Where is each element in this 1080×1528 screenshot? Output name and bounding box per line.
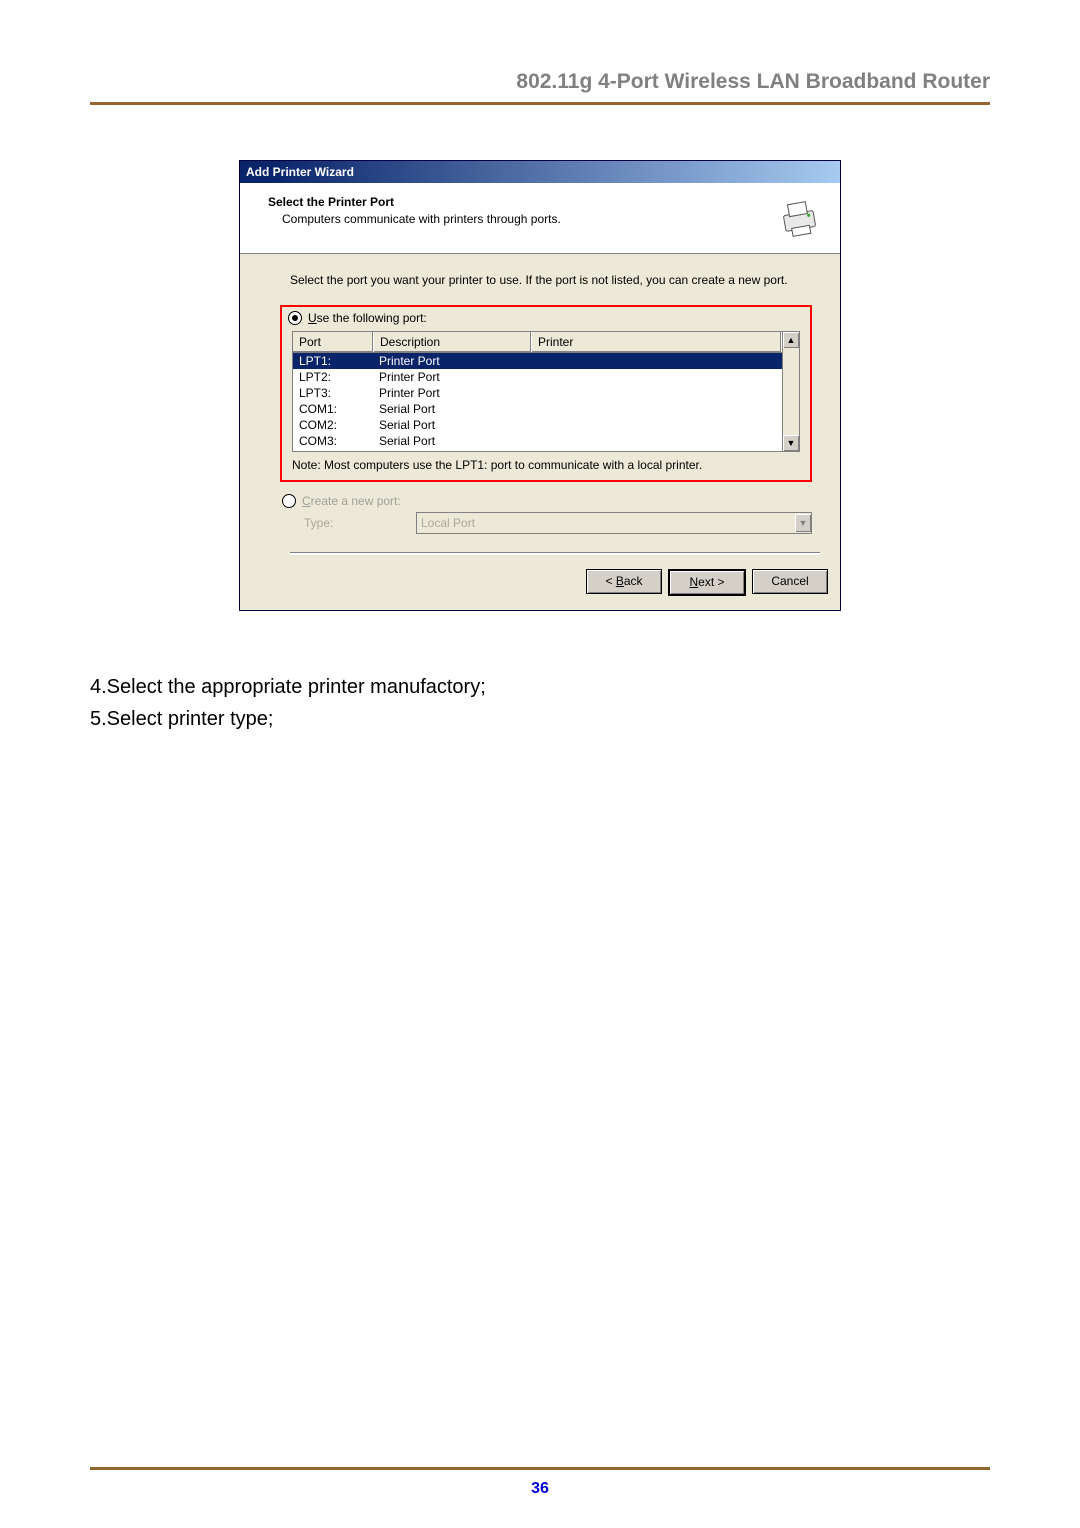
scroll-up-icon[interactable]: ▲ [783,332,799,348]
radio-use-label: se the following port: [317,311,427,325]
col-description[interactable]: Description [374,332,532,352]
list-row[interactable]: COM3:Serial Port [293,433,782,449]
scroll-down-icon[interactable]: ▼ [783,435,799,451]
list-row[interactable]: LPT3:Printer Port [293,385,782,401]
add-printer-wizard-dialog: Add Printer Wizard Select the Printer Po… [239,160,841,611]
highlighted-section: Use the following port: Port Description… [280,305,812,482]
list-row[interactable]: COM1:Serial Port [293,401,782,417]
radio-dot-icon [288,311,302,325]
col-port[interactable]: Port [293,332,374,352]
radio-create-underline: C [302,494,311,508]
separator [290,552,820,555]
port-list[interactable]: Port Description Printer LPT1:Printer Po… [292,331,783,452]
printer-icon [778,197,820,239]
dialog-header-section: Select the Printer Port Computers commun… [240,183,840,254]
page-header: 802.11g 4-Port Wireless LAN Broadband Ro… [90,70,990,105]
radio-create-new-port[interactable]: Create a new port: [282,494,820,508]
note-text: Note: Most computers use the LPT1: port … [292,458,800,472]
type-combobox: Local Port ▼ [416,512,812,534]
radio-use-following-port[interactable]: Use the following port: [288,311,800,325]
radio-create-label: reate a new port: [311,494,401,508]
dialog-titlebar: Add Printer Wizard [240,161,840,183]
chevron-down-icon: ▼ [795,514,811,532]
dialog-subheading: Computers communicate with printers thro… [282,212,561,226]
list-row[interactable]: COM2:Serial Port [293,417,782,433]
type-value: Local Port [421,516,475,530]
step-4-text: 4.Select the appropriate printer manufac… [90,671,990,703]
dialog-heading: Select the Printer Port [268,195,561,209]
back-button[interactable]: < Back [586,569,662,594]
step-5-text: 5.Select printer type; [90,703,990,735]
page-number: 36 [531,1480,549,1497]
list-row[interactable]: LPT2:Printer Port [293,369,782,385]
col-printer[interactable]: Printer [532,332,782,352]
list-row[interactable]: LPT1:Printer Port [293,353,782,369]
page-footer: 36 [90,1467,990,1498]
cancel-button[interactable]: Cancel [752,569,828,594]
instruction-text: Select the port you want your printer to… [290,272,820,289]
type-label: Type: [304,516,416,530]
radio-empty-icon [282,494,296,508]
radio-use-underline: U [308,311,317,325]
next-button[interactable]: Next > [668,569,746,596]
scrollbar[interactable]: ▲ ▼ [783,331,800,452]
